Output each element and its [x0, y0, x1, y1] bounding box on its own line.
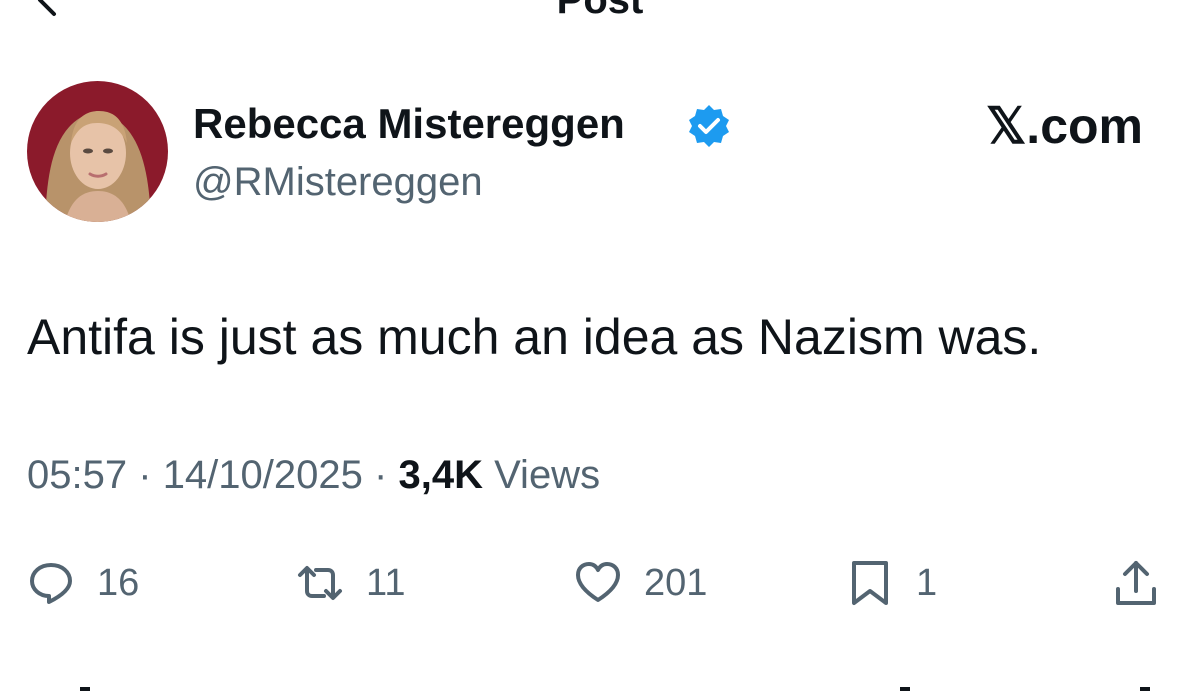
meta-separator: · [138, 453, 152, 497]
verified-badge-icon [689, 105, 729, 147]
partial-next-row [80, 687, 1150, 691]
share-button[interactable] [1112, 555, 1160, 611]
bookmark-button[interactable]: 1 [846, 555, 937, 611]
repost-count: 11 [366, 561, 406, 604]
top-bar: Post [0, 0, 1200, 20]
reply-count: 16 [97, 561, 140, 604]
reply-button[interactable]: 16 [27, 555, 139, 611]
avatar-image [27, 81, 168, 222]
more-icon[interactable] [1086, 0, 1146, 6]
x-watermark: 𝕏.com [986, 98, 1143, 154]
like-button[interactable]: 201 [574, 555, 707, 611]
views-label: Views [494, 453, 601, 497]
post-date: 14/10/2025 [162, 453, 363, 497]
meta-separator: · [374, 453, 388, 497]
post-text: Antifa is just as much an idea as Nazism… [27, 309, 1042, 365]
page-title: Post [0, 0, 1200, 20]
repost-button[interactable]: 11 [296, 555, 405, 611]
reply-icon [30, 563, 72, 604]
share-icon [1116, 561, 1156, 605]
bookmark-icon [852, 561, 888, 605]
post-time: 05:57 [27, 453, 128, 497]
author-handle[interactable]: @RMistereggen [193, 160, 483, 205]
repost-icon [298, 566, 342, 600]
views-count: 3,4K [398, 453, 483, 497]
post-meta: 05:57 · 14/10/2025 · 3,4K Views [27, 453, 600, 498]
like-count: 201 [644, 561, 708, 604]
like-icon [576, 562, 620, 602]
bookmark-count: 1 [916, 561, 938, 604]
avatar[interactable] [27, 81, 168, 222]
author-display-name[interactable]: Rebecca Mistereggen [193, 100, 625, 148]
